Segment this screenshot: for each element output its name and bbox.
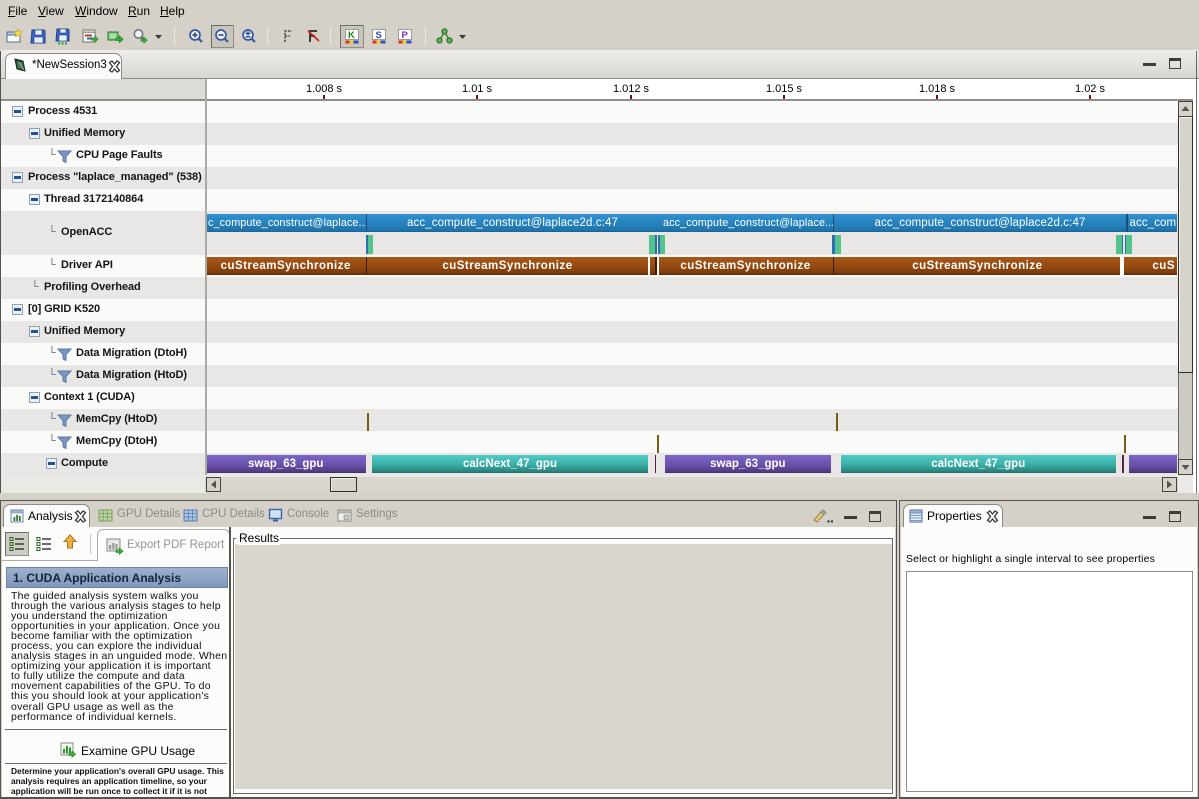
svg-text:K: K: [348, 30, 355, 41]
svg-text:P: P: [402, 30, 409, 41]
svg-text:S: S: [376, 30, 382, 41]
